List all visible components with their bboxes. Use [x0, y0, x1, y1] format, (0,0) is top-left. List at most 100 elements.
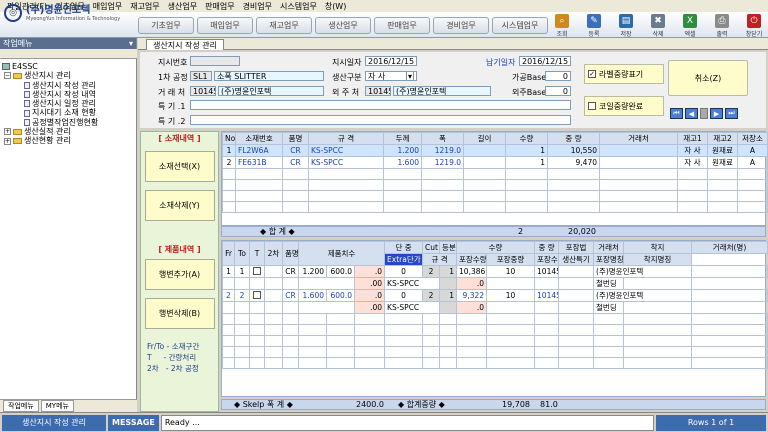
print-button[interactable]: ⎙ 출력 — [706, 14, 738, 38]
column-header[interactable]: To — [234, 241, 250, 266]
collapse-icon[interactable]: − — [4, 72, 11, 80]
processing-base-field[interactable]: 0 — [545, 71, 571, 81]
column-header[interactable]: 폭 — [421, 132, 464, 145]
column-header[interactable]: 거래처 — [599, 132, 678, 145]
order-date-field[interactable]: 2016/12/15 — [365, 56, 417, 66]
column-header[interactable]: 거래처 — [593, 241, 625, 254]
column-header[interactable]: 거래처(명) — [691, 241, 768, 254]
column-header[interactable]: 품명 — [282, 241, 299, 266]
excel-button[interactable]: X 엑셀 — [674, 14, 706, 38]
column-header[interactable]: Cut — [422, 241, 441, 254]
column-subheader[interactable]: 생산특기 — [558, 253, 595, 266]
column-header[interactable]: T — [249, 241, 265, 266]
menu-item-5[interactable]: 판매업무 — [201, 1, 238, 12]
column-subheader[interactable]: Extra단가 — [384, 253, 424, 266]
column-subheader[interactable]: 포장수 — [534, 253, 560, 266]
customer-code-field[interactable]: 10145 — [190, 86, 216, 96]
prev-record-icon[interactable]: ◀ — [685, 108, 698, 119]
column-subheader[interactable]: 착지명칭 — [623, 253, 693, 266]
save-button[interactable]: ▤ 저장 — [610, 14, 642, 38]
column-header[interactable]: 저장소 — [737, 132, 768, 145]
top-menu-6[interactable]: 시스템업무 — [492, 17, 548, 34]
tree-item[interactable]: + 생산실적 관리 — [2, 127, 98, 136]
select-material-button[interactable]: 소재선택(X) — [144, 151, 215, 182]
delete-button[interactable]: ✖ 삭제 — [642, 14, 674, 38]
expand-icon[interactable]: + — [4, 137, 11, 145]
top-menu-2[interactable]: 재고업무 — [256, 17, 312, 34]
tab-work-menu[interactable]: 작업메뉴 — [3, 400, 39, 412]
top-menu-0[interactable]: 기초업무 — [138, 17, 194, 34]
power-button[interactable]: ⏻ 창닫기 — [738, 14, 768, 38]
first-record-icon[interactable]: ⏮ — [670, 108, 683, 119]
tree-item[interactable]: − 생산지시 관리 — [2, 71, 98, 80]
table-row[interactable]: 1 1 CR 1.200 600.0.0 0 2 1 10,386 10 10145 (주)명윤인포텍 — [222, 265, 768, 278]
delete-row-button[interactable]: 행변삭제(B) — [144, 298, 215, 329]
next-record-icon[interactable]: ▶ — [710, 108, 723, 119]
column-header[interactable]: Fr — [222, 241, 235, 266]
chevron-down-icon[interactable]: ▾ — [406, 72, 414, 80]
column-header[interactable]: 착지 — [623, 241, 693, 254]
column-subheader[interactable]: 규 격 — [422, 253, 458, 266]
record-slider[interactable] — [700, 108, 708, 119]
coil-weight-option[interactable]: 코일중량완료 — [584, 96, 664, 116]
tab-production-order[interactable]: 생산지시 작성 관리 — [146, 39, 224, 50]
column-header[interactable]: 2차 — [264, 241, 283, 266]
top-menu-5[interactable]: 경비업무 — [433, 17, 489, 34]
menu-item-8[interactable]: 창(W) — [321, 1, 351, 12]
outsource-code-field[interactable]: 10145 — [365, 86, 391, 96]
column-header[interactable]: 중 량 — [534, 241, 560, 254]
prod-type-select[interactable]: 자 사 ▾ — [365, 71, 417, 81]
top-menu-3[interactable]: 생산업무 — [315, 17, 371, 34]
menu-item-6[interactable]: 경비업무 — [239, 1, 276, 12]
pin-icon[interactable]: ▾ — [129, 39, 133, 48]
coil-weight-checkbox[interactable] — [588, 102, 596, 110]
register-button[interactable]: ✎ 등록 — [578, 14, 610, 38]
column-header[interactable]: 수량 — [505, 132, 548, 145]
tree-item[interactable]: 생산지시 작성 관리 — [2, 81, 98, 90]
column-header[interactable]: 등분 — [439, 241, 458, 254]
column-header[interactable]: 제품치수 — [297, 241, 386, 266]
column-header[interactable]: 포장법 — [558, 241, 595, 254]
label-weight-checkbox[interactable]: ✓ — [588, 70, 596, 78]
cancel-button[interactable]: 취소(Z) — [668, 60, 748, 96]
top-menu-4[interactable]: 판매업무 — [374, 17, 430, 34]
note1-field[interactable] — [190, 100, 571, 110]
table-row[interactable]: 1 FL2W6A CR KS-SPCC 1.200 1219.0 1 10,550 자 사 원재료… — [222, 144, 768, 157]
column-subheader[interactable]: 포장중량 — [486, 253, 536, 266]
last-record-icon[interactable]: ⏭ — [725, 108, 738, 119]
process-code-field[interactable]: SL1 — [190, 71, 212, 81]
column-header[interactable]: 품명 — [282, 132, 309, 145]
search-button[interactable]: ⌕ 조회 — [546, 14, 578, 38]
add-row-button[interactable]: 행변추가(A) — [144, 259, 215, 290]
column-header[interactable]: 재고2 — [707, 132, 738, 145]
note2-field[interactable] — [190, 115, 571, 125]
tree-item[interactable]: + 생산현황 관리 — [2, 136, 98, 145]
column-header[interactable]: 두께 — [383, 132, 422, 145]
column-header[interactable]: No — [222, 132, 236, 145]
top-menu-1[interactable]: 매입업무 — [197, 17, 253, 34]
t-checkbox[interactable] — [253, 266, 261, 275]
delete-material-button[interactable]: 소재삭제(Y) — [144, 190, 215, 221]
column-subheader[interactable]: 포장명칭 — [593, 253, 625, 266]
label-weight-option[interactable]: ✓ 라벨중량표기 — [584, 64, 664, 84]
table-row-detail[interactable]: .00 KS-SPCC .0 철번딩 — [222, 301, 768, 314]
column-header[interactable]: 수량 — [456, 241, 536, 254]
tree-root[interactable]: E4SSC — [2, 62, 98, 71]
order-no-field[interactable] — [190, 56, 240, 66]
column-header[interactable]: 중 량 — [547, 132, 600, 145]
menu-item-4[interactable]: 생산업무 — [164, 1, 201, 12]
table-row[interactable]: 2 2 CR 1.600 600.0.0 0 2 1 9,322 10 10145 (주)명윤인포텍 — [222, 289, 768, 302]
menu-item-7[interactable]: 시스템업무 — [276, 1, 321, 12]
tab-my-menu[interactable]: MY메뉴 — [40, 400, 74, 412]
expand-icon[interactable]: + — [4, 128, 11, 136]
tree-item[interactable]: 생산지시 작성 내역 — [2, 90, 98, 99]
column-subheader[interactable]: 포장수량 — [456, 253, 488, 266]
t-checkbox[interactable] — [253, 290, 261, 299]
tree-item[interactable]: 공정별작업진행현황 — [2, 118, 98, 127]
column-header[interactable]: 소재번호 — [235, 132, 283, 145]
column-header[interactable]: 길이 — [463, 132, 506, 145]
column-header[interactable]: 규 격 — [308, 132, 384, 145]
outsource-base-field[interactable]: 0 — [545, 86, 571, 96]
table-row-detail[interactable]: .00 KS-SPCC .0 철번딩 — [222, 277, 768, 290]
due-date-field[interactable]: 2016/12/15 — [519, 56, 571, 66]
